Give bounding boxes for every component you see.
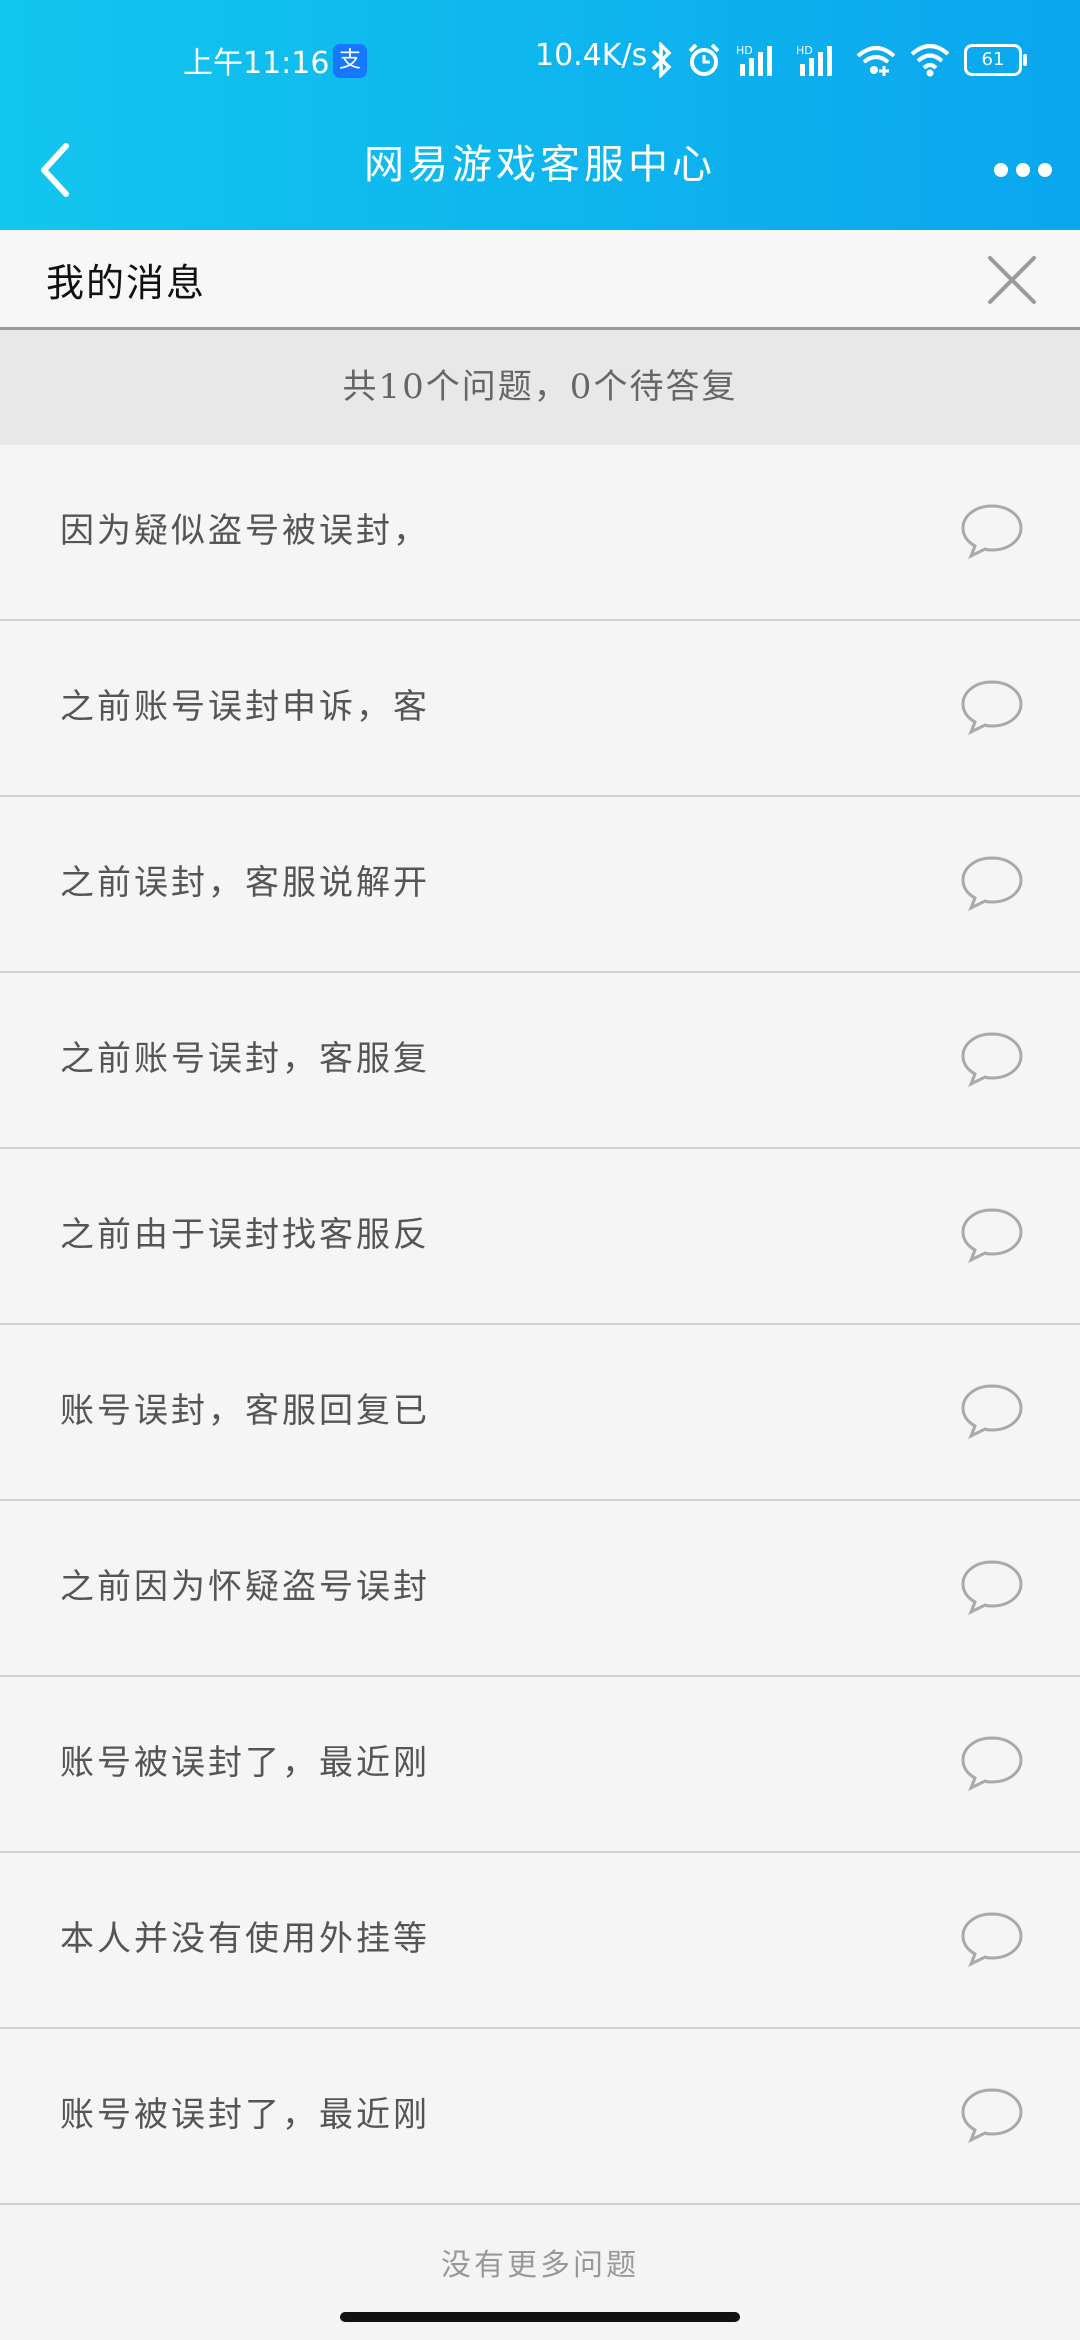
messages-header: 我的消息 bbox=[0, 230, 1080, 330]
messages-title: 我的消息 bbox=[46, 261, 207, 305]
list-item[interactable]: 账号被误封了，最近刚 bbox=[0, 1677, 1080, 1853]
list-item-text: 之前误封，客服说解开 bbox=[60, 863, 430, 903]
svg-text:HD: HD bbox=[796, 44, 813, 57]
bluetooth-icon bbox=[651, 42, 672, 78]
app-header: 上午11:16 支 10.4K/s HD HD 61 网易游戏客服中心 bbox=[0, 0, 1080, 230]
list-item-text: 之前账号误封，客服复 bbox=[60, 1039, 430, 1079]
list-item[interactable]: 本人并没有使用外挂等 bbox=[0, 1853, 1080, 2029]
no-more-questions: 没有更多问题 bbox=[441, 2248, 639, 2283]
chat-bubble-icon bbox=[961, 504, 1023, 560]
status-icons: HD HD 61 bbox=[650, 40, 1027, 80]
list-item[interactable]: 因为疑似盗号被误封， bbox=[0, 445, 1080, 621]
list-item[interactable]: 账号误封，客服回复已 bbox=[0, 1325, 1080, 1501]
signal-hd-2-icon: HD bbox=[796, 44, 832, 76]
chat-bubble-icon bbox=[961, 680, 1023, 736]
more-options-icon[interactable] bbox=[988, 150, 1058, 190]
chat-bubble-icon bbox=[961, 1736, 1023, 1792]
nav-bar: 网易游戏客服中心 bbox=[0, 120, 1080, 230]
svg-text:HD: HD bbox=[736, 44, 753, 57]
list-item[interactable]: 之前账号误封，客服复 bbox=[0, 973, 1080, 1149]
list-item-text: 之前因为怀疑盗号误封 bbox=[60, 1567, 430, 1607]
list-item-text: 之前由于误封找客服反 bbox=[60, 1215, 430, 1255]
signal-hd-1-icon: HD bbox=[736, 44, 772, 76]
list-item-text: 本人并没有使用外挂等 bbox=[60, 1919, 430, 1959]
list-item[interactable]: 账号被误封了，最近刚 bbox=[0, 2029, 1080, 2205]
status-bar: 上午11:16 支 10.4K/s HD HD 61 bbox=[0, 0, 1080, 120]
chat-bubble-icon bbox=[961, 856, 1023, 912]
home-indicator[interactable] bbox=[340, 2312, 740, 2322]
list-item-text: 账号被误封了，最近刚 bbox=[60, 1743, 430, 1783]
list-item-text: 因为疑似盗号被误封， bbox=[60, 511, 430, 551]
list-item-text: 账号误封，客服回复已 bbox=[60, 1391, 430, 1431]
wifi-icon bbox=[910, 44, 950, 77]
list-item[interactable]: 之前因为怀疑盗号误封 bbox=[0, 1501, 1080, 1677]
list-item[interactable]: 之前账号误封申诉，客 bbox=[0, 621, 1080, 797]
list-item[interactable]: 之前误封，客服说解开 bbox=[0, 797, 1080, 973]
chat-bubble-icon bbox=[961, 1208, 1023, 1264]
chat-bubble-icon bbox=[961, 1912, 1023, 1968]
alipay-notification-icon: 支 bbox=[333, 44, 367, 78]
list-item-text: 账号被误封了，最近刚 bbox=[60, 2095, 430, 2135]
chat-bubble-icon bbox=[961, 1032, 1023, 1088]
question-summary: 共10个问题，0个待答复 bbox=[0, 330, 1080, 445]
chat-bubble-icon bbox=[961, 2088, 1023, 2144]
page-title: 网易游戏客服中心 bbox=[364, 142, 716, 188]
wifi-hotspot-icon bbox=[856, 46, 896, 76]
network-speed: 10.4K/s bbox=[535, 38, 648, 73]
message-list: 因为疑似盗号被误封， 之前账号误封申诉，客 之前误封，客服说解开 之前账号误封，… bbox=[0, 445, 1080, 2205]
status-time: 上午11:16 bbox=[183, 46, 330, 81]
list-item-text: 之前账号误封申诉，客 bbox=[60, 687, 430, 727]
chat-bubble-icon bbox=[961, 1384, 1023, 1440]
battery-icon: 61 bbox=[964, 44, 1027, 76]
list-item[interactable]: 之前由于误封找客服反 bbox=[0, 1149, 1080, 1325]
alarm-icon bbox=[688, 43, 720, 76]
chat-bubble-icon bbox=[961, 1560, 1023, 1616]
close-icon[interactable] bbox=[982, 250, 1042, 310]
